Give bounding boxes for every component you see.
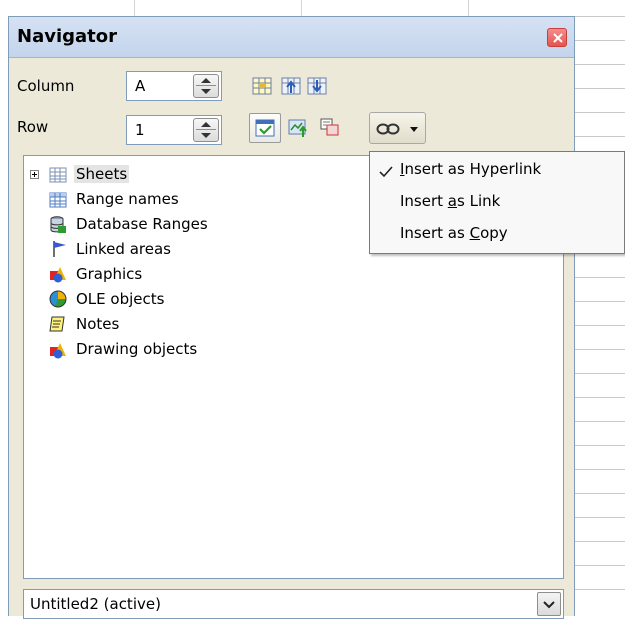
chevron-down-icon (543, 601, 555, 609)
spin-up-icon[interactable] (201, 78, 211, 83)
column-input[interactable]: A (126, 71, 222, 101)
spin-down-icon[interactable] (201, 89, 211, 94)
grid-line (575, 64, 625, 65)
column-label: Column (17, 77, 75, 95)
drag-mode-icon (320, 118, 339, 136)
toggle-icon (255, 119, 275, 137)
expand-icon[interactable] (30, 170, 39, 179)
database-icon (50, 216, 66, 233)
insert-mode-button[interactable] (369, 112, 426, 144)
grid-line (575, 445, 625, 446)
grid-line (575, 301, 625, 302)
grid-line (575, 469, 625, 470)
window-title: Navigator (17, 26, 117, 47)
shapes-icon (50, 343, 66, 359)
row-value: 1 (135, 121, 145, 139)
grid-line (575, 517, 625, 518)
tree-item-database-ranges[interactable]: Database Ranges (76, 215, 208, 233)
menu-item-insert-as-hyperlink[interactable]: Insert as Hyperlink (400, 160, 541, 178)
sheet-icon (49, 167, 67, 183)
shapes-icon (50, 267, 66, 283)
spin-down-icon[interactable] (201, 133, 211, 138)
data-range-icon[interactable] (252, 76, 272, 96)
grid-line (575, 493, 625, 494)
scenarios-icon (288, 119, 307, 137)
grid-line (575, 16, 625, 17)
grid-line (575, 565, 625, 566)
menu-item-text: opy (480, 224, 508, 242)
grid-line (575, 589, 625, 590)
flag-icon (53, 241, 66, 257)
document-select[interactable]: Untitled2 (active) (23, 589, 564, 619)
tree-item-graphics[interactable]: Graphics (76, 265, 142, 283)
grid-line (575, 40, 625, 41)
scenarios-button[interactable] (284, 113, 314, 143)
tree-item-notes[interactable]: Notes (76, 315, 119, 333)
dropdown-arrow-icon[interactable] (410, 127, 418, 133)
close-button[interactable] (547, 28, 567, 47)
tree-item-label: Sheets (74, 165, 130, 183)
insert-link-icon (376, 123, 400, 135)
tree-item-ole-objects[interactable]: OLE objects (76, 290, 164, 308)
row-label: Row (17, 118, 49, 136)
column-spinner[interactable] (193, 74, 219, 98)
toggle-button[interactable] (249, 113, 281, 143)
document-select-value: Untitled2 (active) (30, 595, 161, 613)
document-dropdown-button[interactable] (537, 592, 561, 616)
grid-line (575, 325, 625, 326)
menu-item-text: nsert as Hyperlink (404, 160, 542, 178)
menu-item-text: Insert as (400, 224, 470, 242)
close-icon (553, 33, 563, 43)
menu-item-text: s Link (457, 192, 501, 210)
grid-line (575, 136, 625, 137)
tree-item-drawing-objects[interactable]: Drawing objects (76, 340, 197, 358)
spin-up-icon[interactable] (201, 122, 211, 127)
grid-line (575, 397, 625, 398)
grid-line (575, 277, 625, 278)
tree-item-linked-areas[interactable]: Linked areas (76, 240, 171, 258)
column-value: A (135, 77, 146, 95)
grid-line (575, 421, 625, 422)
grid-line (575, 88, 625, 89)
title-bar[interactable]: Navigator (9, 17, 574, 58)
grid-line (575, 373, 625, 374)
navigator-window: Navigator Column A Row 1 Sheets Range na… (8, 16, 575, 619)
end-icon[interactable] (307, 76, 327, 96)
drag-mode-button[interactable] (315, 113, 345, 143)
menu-item-insert-as-link[interactable]: Insert as Link (400, 192, 500, 210)
grid-line (575, 541, 625, 542)
insert-mode-menu: Insert as Hyperlink Insert as Link Inser… (369, 151, 625, 254)
menu-item-mnemonic: C (469, 224, 481, 242)
row-spinner[interactable] (193, 118, 219, 142)
tree-item-sheets[interactable]: Sheets (74, 165, 130, 183)
menu-item-mnemonic: a (447, 192, 457, 210)
pie-icon (49, 290, 67, 308)
range-icon (49, 192, 67, 208)
note-icon (49, 316, 65, 332)
row-input[interactable]: 1 (126, 115, 222, 145)
grid-line (575, 349, 625, 350)
grid-line (575, 112, 625, 113)
check-icon (379, 166, 393, 178)
menu-item-text: Insert (400, 192, 448, 210)
menu-item-insert-as-copy[interactable]: Insert as Copy (400, 224, 508, 242)
start-icon[interactable] (281, 76, 301, 96)
tree-item-range-names[interactable]: Range names (76, 190, 179, 208)
